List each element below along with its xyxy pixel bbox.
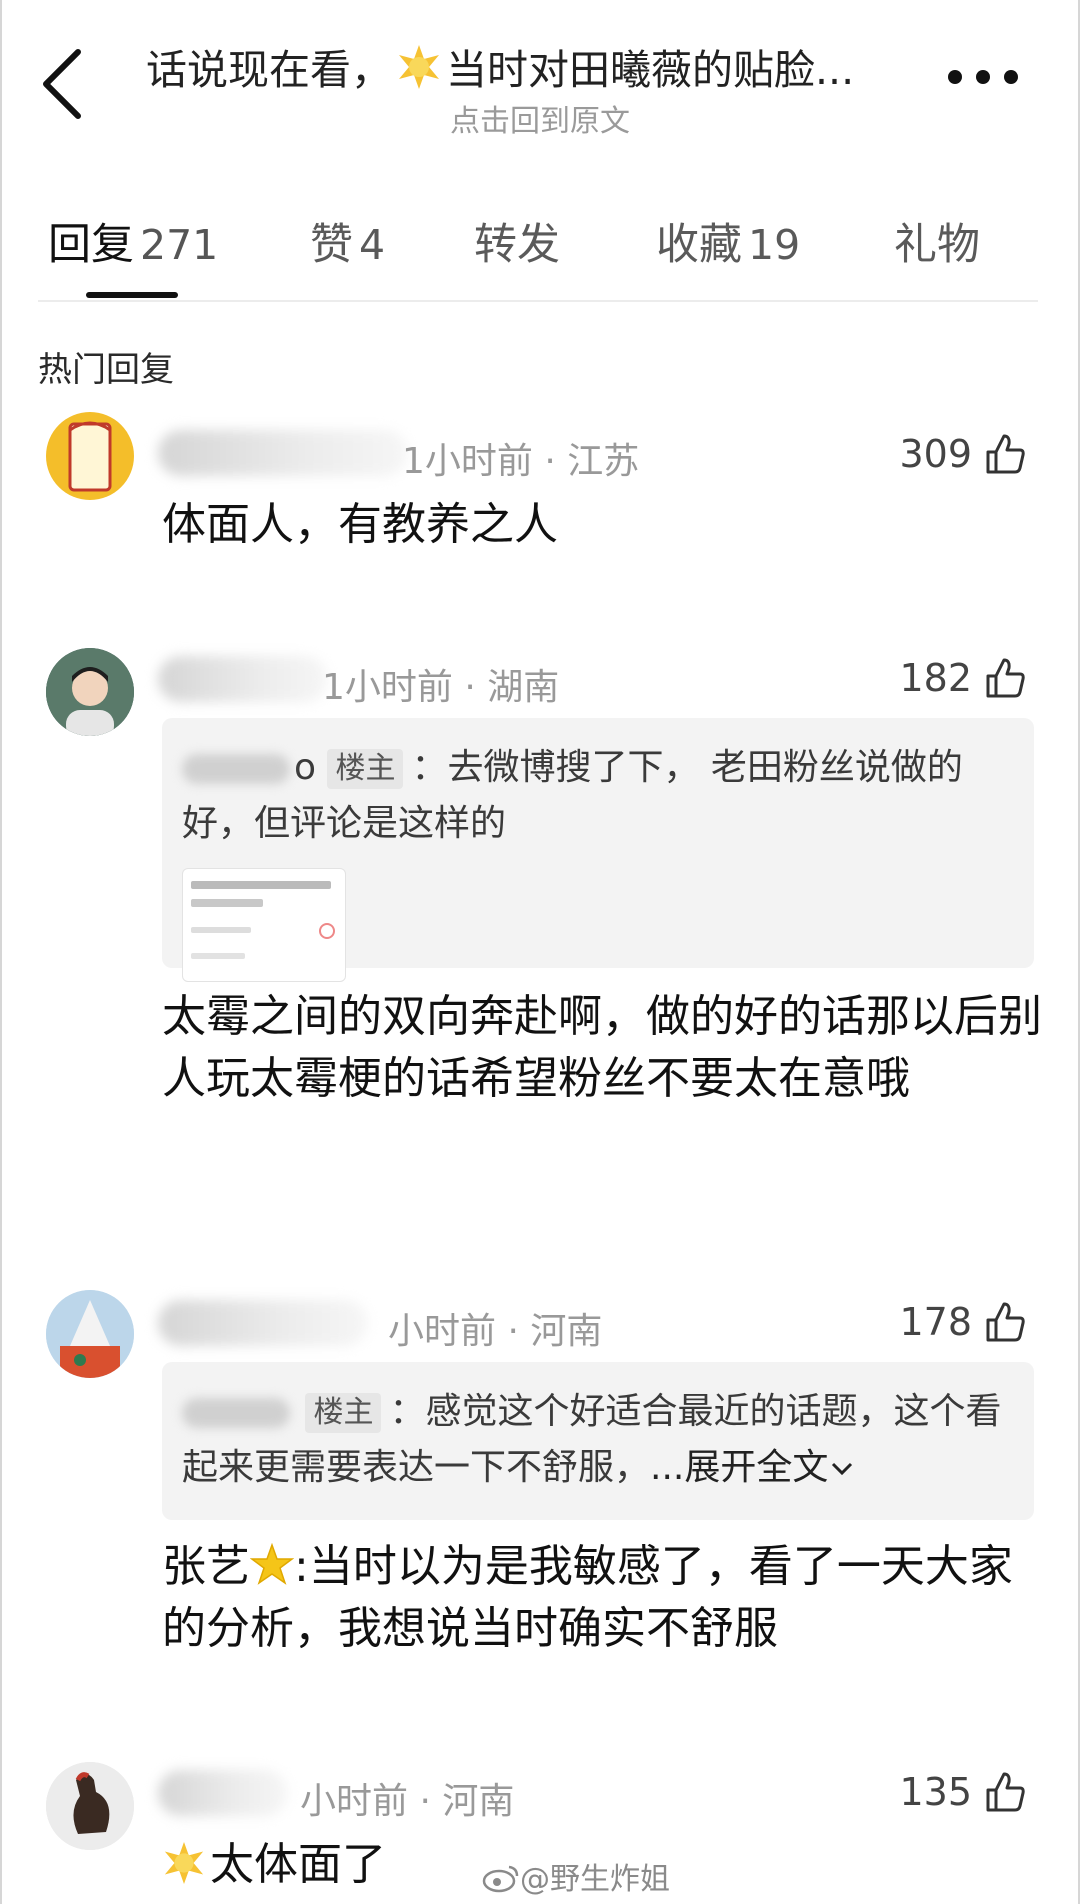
tab-bar: 回复 271 赞4 转发 收藏 19 礼物 [0,206,1080,302]
comment-meta: 小时前 · 河南 [300,1781,515,1822]
mentioned-name: 张艺 [162,1541,250,1592]
active-tab-indicator [86,292,178,298]
thumbs-up-icon [986,1772,1025,1812]
top-bar: 话说现在看， 当时对田曦薇的贴脸... 点击回到原文 [0,0,1080,180]
thumbs-up-icon [986,658,1025,698]
user-photo-icon [46,648,134,736]
more-options-icon[interactable] [948,70,1018,92]
avatar[interactable] [46,1290,134,1378]
like-count: 135 [899,1770,972,1814]
avatar[interactable] [46,412,134,500]
expand-full-text-link[interactable]: ...展开全文 [650,1447,854,1488]
avatar[interactable] [46,648,134,736]
comment-meta: 小时前 · 河南 [388,1311,603,1352]
tab-gifts[interactable]: 礼物 [894,210,980,272]
like-button[interactable]: 309 [899,430,1028,478]
rooster-avatar-icon [46,1762,134,1850]
like-button[interactable]: 178 [899,1298,1028,1346]
comment-meta: 1小时前 · 湖南 [322,667,560,708]
comment-text: 体面人，有教养之人 [162,499,558,550]
talisman-icon [68,421,112,492]
sun-emoji-icon [164,1841,204,1885]
back-to-original-link[interactable]: 点击回到原文 [0,96,1080,140]
like-button[interactable]: 135 [899,1768,1028,1816]
star-emoji-icon [249,1542,295,1585]
thumbs-up-icon [986,434,1025,474]
comment-meta: 1小时前 · 江苏 [402,441,640,482]
quoted-username-blurred [182,754,290,784]
username-blurred[interactable] [158,656,328,702]
illustration-avatar-icon [46,1290,134,1378]
weibo-logo-icon [482,1865,519,1893]
like-button[interactable]: 182 [899,654,1028,702]
chevron-down-icon [832,1462,853,1476]
quoted-reply-text: 楼主 ：感觉这个好适合最近的话题，这个看起来更需要表达一下不舒服，...展开全文 [182,1384,1012,1496]
title-prefix: 话说现在看， [146,46,392,94]
quoted-reply-text: o 楼主 ：去微博搜了下， 老田粉丝说做的好，但评论是这样的 [182,740,1012,852]
tab-replies[interactable]: 回复 271 [48,210,218,272]
username-blurred[interactable] [158,1300,368,1346]
sun-emoji-icon [399,45,439,89]
like-count: 178 [899,1300,972,1344]
quoted-reply[interactable]: o 楼主 ：去微博搜了下， 老田粉丝说做的好，但评论是这样的 [162,718,1034,982]
like-count: 182 [899,656,972,700]
quoted-username-suffix: o [294,747,317,788]
section-title-hot-replies: 热门回复 [38,350,174,390]
tab-likes[interactable]: 赞4 [310,210,385,272]
like-count: 309 [899,432,972,476]
avatar[interactable] [46,1762,134,1850]
owner-badge: 楼主 [327,749,404,789]
username-blurred[interactable] [158,1770,288,1816]
quoted-reply[interactable]: 楼主 ：感觉这个好适合最近的话题，这个看起来更需要表达一下不舒服，...展开全文 [162,1362,1034,1520]
owner-badge: 楼主 [305,1393,382,1433]
quoted-image-thumbnail[interactable] [182,868,346,982]
title-suffix: 当时对田曦薇的贴脸... [446,46,855,94]
tab-favorites[interactable]: 收藏 19 [656,210,800,272]
username-blurred[interactable] [158,430,408,476]
quoted-username-blurred [182,1398,290,1428]
divider [38,300,1038,302]
tab-reposts[interactable]: 转发 [474,210,560,272]
weibo-watermark: @野生炸姐 [482,1854,670,1898]
comment-text: 太霉之间的双向奔赴啊，做的好的话那以后别人玩太霉梗的话希望粉丝不要太在意哦 [162,991,1042,1104]
post-title[interactable]: 话说现在看， 当时对田曦薇的贴脸... [146,36,854,96]
thumbs-up-icon [986,1302,1025,1342]
comment-text: 张艺:当时以为是我敏感了，看了一天大家的分析，我想说当时确实不舒服 [162,1536,1042,1660]
